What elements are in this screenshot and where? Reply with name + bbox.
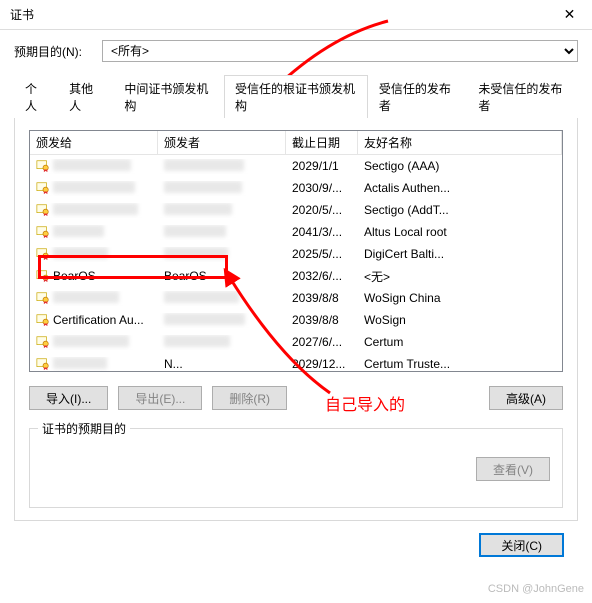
table-row[interactable]: 2027/6/...Certum (30, 331, 562, 353)
column-friendly[interactable]: 友好名称 (358, 131, 562, 154)
import-button[interactable]: 导入(I)... (29, 386, 108, 410)
export-button[interactable]: 导出(E)... (118, 386, 202, 410)
table-row[interactable]: 2039/8/8WoSign China (30, 287, 562, 309)
tab-0[interactable]: 个人 (14, 75, 58, 118)
group-title: 证书的预期目的 (38, 420, 130, 437)
view-button[interactable]: 查看(V) (476, 457, 550, 481)
purpose-label: 预期目的(N): (14, 43, 82, 60)
purpose-select[interactable]: <所有> (102, 40, 578, 62)
table-row[interactable]: Certification Au...2039/8/8WoSign (30, 309, 562, 331)
tab-1[interactable]: 其他人 (58, 75, 113, 118)
column-issued-to[interactable]: 颁发给 (30, 131, 158, 154)
column-expires[interactable]: 截止日期 (286, 131, 358, 154)
table-row[interactable]: 2029/1/1Sectigo (AAA) (30, 155, 562, 177)
tab-2[interactable]: 中间证书颁发机构 (113, 75, 224, 118)
table-row[interactable]: 2025/5/...DigiCert Balti... (30, 243, 562, 265)
tab-5[interactable]: 未受信任的发布者 (467, 75, 578, 118)
table-row[interactable]: 2020/5/...Sectigo (AddT... (30, 199, 562, 221)
column-issuer[interactable]: 颁发者 (158, 131, 286, 154)
tab-4[interactable]: 受信任的发布者 (368, 75, 468, 118)
remove-button[interactable]: 删除(R) (212, 386, 287, 410)
window-title: 证书 (10, 6, 34, 23)
window-close-button[interactable]: ✕ (547, 0, 592, 30)
certificate-list[interactable]: 颁发给 颁发者 截止日期 友好名称 2029/1/1Sectigo (AAA)2… (29, 130, 563, 372)
table-row[interactable]: N...2029/12...Certum Truste... (30, 353, 562, 372)
watermark: CSDN @JohnGene (488, 583, 584, 595)
table-row[interactable]: 2041/3/...Altus Local root (30, 221, 562, 243)
tab-strip: 个人其他人中间证书颁发机构受信任的根证书颁发机构受信任的发布者未受信任的发布者 (14, 74, 578, 118)
tab-3[interactable]: 受信任的根证书颁发机构 (224, 75, 368, 118)
close-button[interactable]: 关闭(C) (479, 533, 564, 557)
table-row[interactable]: BearOSBearOS2032/6/...<无> (30, 265, 562, 287)
table-row[interactable]: 2030/9/...Actalis Authen... (30, 177, 562, 199)
advanced-button[interactable]: 高级(A) (489, 386, 563, 410)
